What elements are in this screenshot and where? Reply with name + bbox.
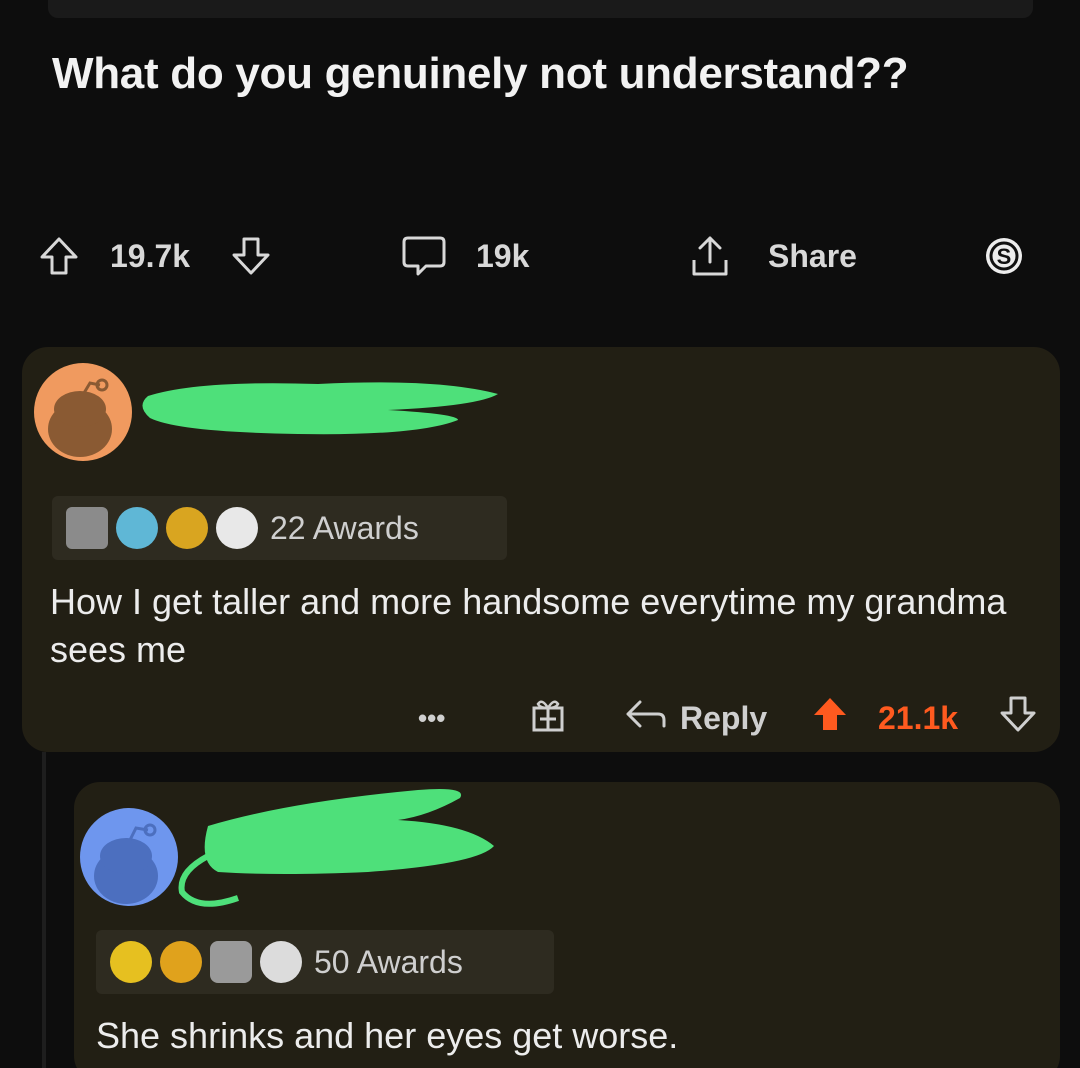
gift-icon	[528, 694, 568, 742]
snoo-avatar-icon	[94, 823, 158, 904]
award-icon	[210, 941, 252, 983]
awards-count: 22 Awards	[270, 509, 419, 546]
award-icon	[216, 507, 258, 549]
downvote-button[interactable]	[230, 226, 272, 286]
comment-downvote-button[interactable]	[998, 690, 1038, 746]
coin-icon: S	[982, 234, 1026, 278]
reply-arrow-icon	[624, 696, 668, 740]
award-icon	[260, 941, 302, 983]
comment-score: 21.1k	[878, 699, 959, 736]
comment-bubble-icon	[400, 234, 448, 278]
share-icon	[688, 232, 732, 280]
award-icon	[66, 507, 108, 549]
downvote-arrow-icon	[230, 235, 272, 277]
comment-body: She shrinks and her eyes get worse.	[96, 1015, 679, 1056]
award-icon	[110, 941, 152, 983]
share-button[interactable]: Share	[688, 226, 857, 286]
more-options-button[interactable]: •••	[418, 690, 445, 746]
upvote-button[interactable]	[38, 226, 80, 286]
award-icon	[160, 941, 202, 983]
avatar[interactable]	[80, 808, 178, 906]
post-action-bar: 19.7k 19k Share S	[38, 226, 1048, 286]
avatar[interactable]	[34, 363, 132, 461]
previous-card-edge	[48, 0, 1033, 18]
share-label: Share	[768, 237, 857, 274]
comment-count: 19k	[476, 237, 530, 274]
username-redaction	[142, 382, 498, 435]
awards-row[interactable]: 50 Awards	[96, 930, 554, 994]
comments-button[interactable]: 19k	[400, 226, 529, 286]
award-icon	[166, 507, 208, 549]
awards-row[interactable]: 22 Awards	[52, 496, 507, 560]
comment-upvote-button[interactable]	[810, 690, 850, 746]
reply-button[interactable]: Reply	[624, 690, 767, 746]
reply-label: Reply	[680, 699, 768, 736]
award-comment-button[interactable]	[528, 690, 568, 746]
post-score: 19.7k	[110, 237, 191, 274]
comment-body: How I get taller and more handsome every…	[50, 581, 1007, 670]
upvote-arrow-icon	[810, 694, 850, 742]
awards-count: 50 Awards	[314, 943, 463, 980]
award-icon	[116, 507, 158, 549]
svg-text:S: S	[997, 244, 1012, 269]
downvote-arrow-icon	[998, 694, 1038, 742]
upvote-arrow-icon	[38, 235, 80, 277]
thread-line[interactable]	[42, 752, 46, 1068]
comment-action-bar: ••• Reply 21.1k	[410, 690, 1050, 746]
award-button[interactable]: S	[982, 226, 1026, 286]
snoo-avatar-icon	[48, 378, 112, 457]
post-title: What do you genuinely not understand??	[52, 49, 909, 98]
username-redaction	[178, 789, 494, 907]
